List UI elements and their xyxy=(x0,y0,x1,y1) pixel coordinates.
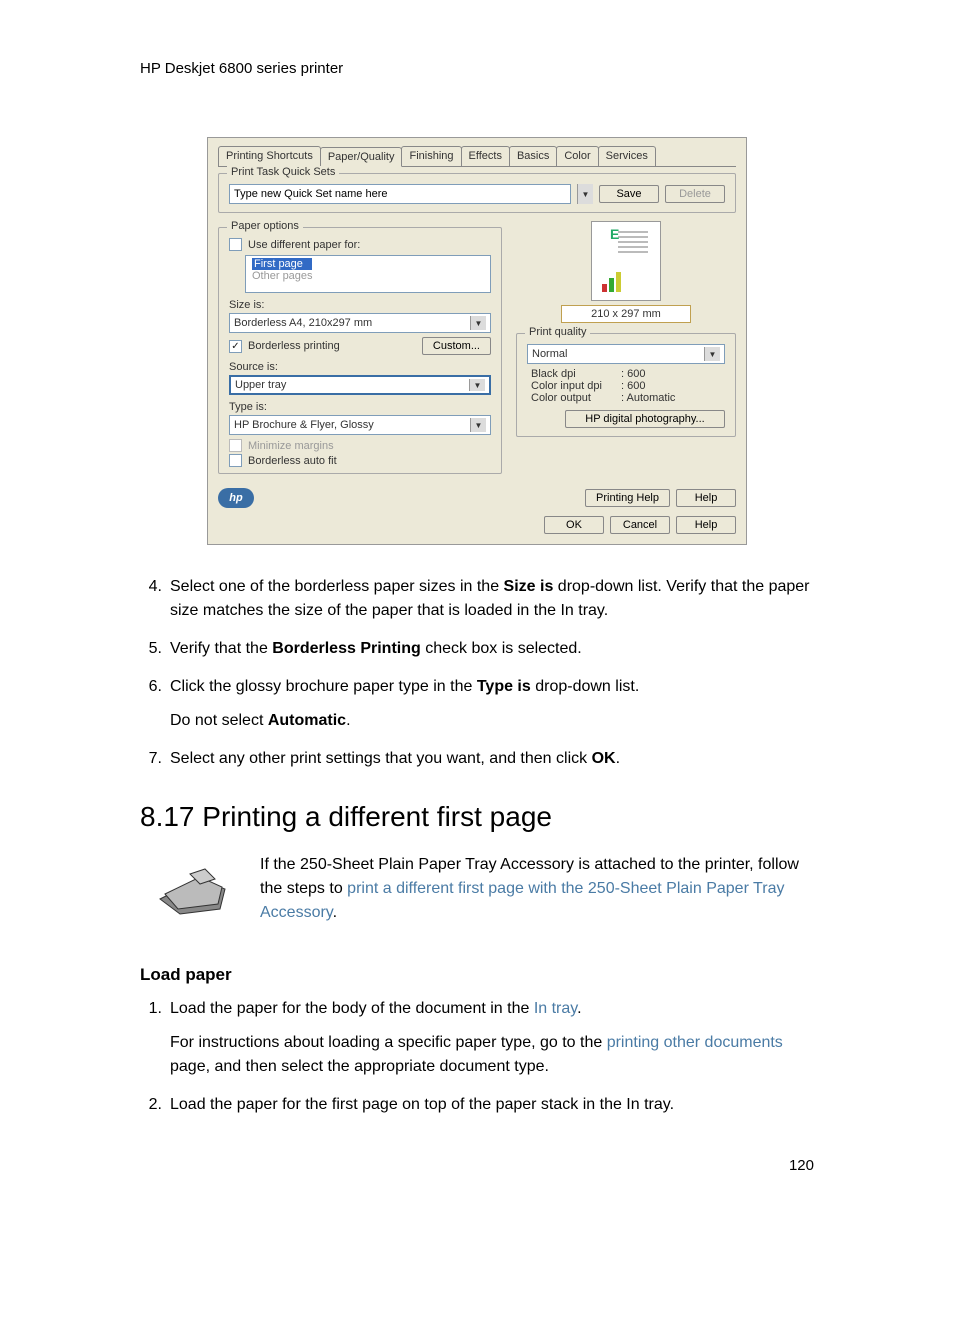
print-quality-legend: Print quality xyxy=(525,326,590,338)
preview-dimensions: 210 x 297 mm xyxy=(561,305,691,323)
step-number: 1. xyxy=(140,997,170,1079)
type-is-select[interactable]: HP Brochure & Flyer, Glossy ▼ xyxy=(229,415,491,435)
tab-paper-quality[interactable]: Paper/Quality xyxy=(320,147,403,167)
ptqs-legend: Print Task Quick Sets xyxy=(227,166,339,178)
type-is-value: HP Brochure & Flyer, Glossy xyxy=(234,419,374,431)
chevron-down-icon: ▼ xyxy=(470,418,486,432)
document-header: HP Deskjet 6800 series printer xyxy=(140,60,814,77)
section-heading: 8.17 Printing a different first page xyxy=(140,801,814,833)
group-print-quality: Print quality Normal ▼ Black dpi: 600 Co… xyxy=(516,333,736,437)
load-step-2-text: Load the paper for the first page on top… xyxy=(170,1093,814,1117)
tab-finishing[interactable]: Finishing xyxy=(401,146,461,166)
step-number: 2. xyxy=(140,1093,170,1117)
hp-digital-photography-button[interactable]: HP digital photography... xyxy=(565,410,725,428)
paper-tray-icon xyxy=(150,859,230,919)
print-quality-value: Normal xyxy=(532,348,567,360)
step-4-text: Select one of the borderless paper sizes… xyxy=(170,575,814,623)
chevron-down-icon: ▼ xyxy=(469,379,485,391)
borderless-autofit-checkbox[interactable] xyxy=(229,454,242,467)
link-printing-other-documents[interactable]: printing other documents xyxy=(607,1034,783,1051)
borderless-autofit-label: Borderless auto fit xyxy=(248,455,337,467)
delete-button: Delete xyxy=(665,185,725,203)
paper-options-legend: Paper options xyxy=(227,220,303,232)
tab-basics[interactable]: Basics xyxy=(509,146,557,166)
accessory-callout: If the 250-Sheet Plain Paper Tray Access… xyxy=(140,853,814,925)
step-number: 7. xyxy=(140,747,170,771)
link-in-tray[interactable]: In tray xyxy=(534,1000,577,1017)
tab-effects[interactable]: Effects xyxy=(461,146,510,166)
instruction-list-2: 1. Load the paper for the body of the do… xyxy=(140,997,814,1117)
callout-text: If the 250-Sheet Plain Paper Tray Access… xyxy=(260,853,814,925)
load-step-1-text: Load the paper for the body of the docum… xyxy=(170,997,814,1079)
first-page-list-item[interactable]: First page xyxy=(252,258,312,270)
preview-accent-icon: E xyxy=(610,226,619,242)
step-number: 4. xyxy=(140,575,170,623)
minimize-margins-checkbox xyxy=(229,439,242,452)
borderless-printing-label: Borderless printing xyxy=(248,340,340,352)
other-pages-list-item[interactable]: Other pages xyxy=(252,270,484,282)
size-is-value: Borderless A4, 210x297 mm xyxy=(234,317,372,329)
use-different-paper-label: Use different paper for: xyxy=(248,239,360,251)
load-paper-subheading: Load paper xyxy=(140,965,814,985)
step-7-text: Select any other print settings that you… xyxy=(170,747,814,771)
help-button[interactable]: Help xyxy=(676,489,736,507)
use-different-paper-checkbox[interactable] xyxy=(229,238,242,251)
type-is-label: Type is: xyxy=(229,401,491,413)
chevron-down-icon: ▼ xyxy=(470,316,486,330)
page-number: 120 xyxy=(140,1157,814,1174)
print-quality-info: Black dpi: 600 Color input dpi: 600 Colo… xyxy=(531,368,725,404)
group-print-task-quick-sets: Print Task Quick Sets ▼ Save Delete xyxy=(218,173,736,213)
hp-logo-icon: hp xyxy=(218,488,254,508)
print-dialog: Printing Shortcuts Paper/Quality Finishi… xyxy=(207,137,747,545)
chevron-down-icon: ▼ xyxy=(704,347,720,361)
step-number: 5. xyxy=(140,637,170,661)
tab-strip: Printing Shortcuts Paper/Quality Finishi… xyxy=(218,146,736,167)
source-is-select[interactable]: Upper tray ▼ xyxy=(229,375,491,395)
print-quality-select[interactable]: Normal ▼ xyxy=(527,344,725,364)
size-is-select[interactable]: Borderless A4, 210x297 mm ▼ xyxy=(229,313,491,333)
step-6-text: Click the glossy brochure paper type in … xyxy=(170,675,814,733)
instruction-list-1: 4. Select one of the borderless paper si… xyxy=(140,575,814,771)
size-is-label: Size is: xyxy=(229,299,491,311)
tab-printing-shortcuts[interactable]: Printing Shortcuts xyxy=(218,146,321,166)
tab-color[interactable]: Color xyxy=(556,146,598,166)
borderless-printing-checkbox[interactable]: ✓ xyxy=(229,340,242,353)
source-is-value: Upper tray xyxy=(235,379,286,391)
source-is-label: Source is: xyxy=(229,361,491,373)
ok-button[interactable]: OK xyxy=(544,516,604,534)
dropdown-arrow-icon[interactable]: ▼ xyxy=(577,184,593,204)
group-paper-options: Paper options Use different paper for: F… xyxy=(218,227,502,474)
save-button[interactable]: Save xyxy=(599,185,659,203)
help-bottom-button[interactable]: Help xyxy=(676,516,736,534)
step-number: 6. xyxy=(140,675,170,733)
preview-chart-icon xyxy=(602,272,621,292)
step-5-text: Verify that the Borderless Printing chec… xyxy=(170,637,814,661)
cancel-button[interactable]: Cancel xyxy=(610,516,670,534)
minimize-margins-label: Minimize margins xyxy=(248,440,334,452)
quick-set-name-input[interactable] xyxy=(229,184,571,204)
printing-help-button[interactable]: Printing Help xyxy=(585,489,670,507)
tab-services[interactable]: Services xyxy=(598,146,656,166)
page-preview: E xyxy=(591,221,661,301)
custom-button[interactable]: Custom... xyxy=(422,337,491,355)
